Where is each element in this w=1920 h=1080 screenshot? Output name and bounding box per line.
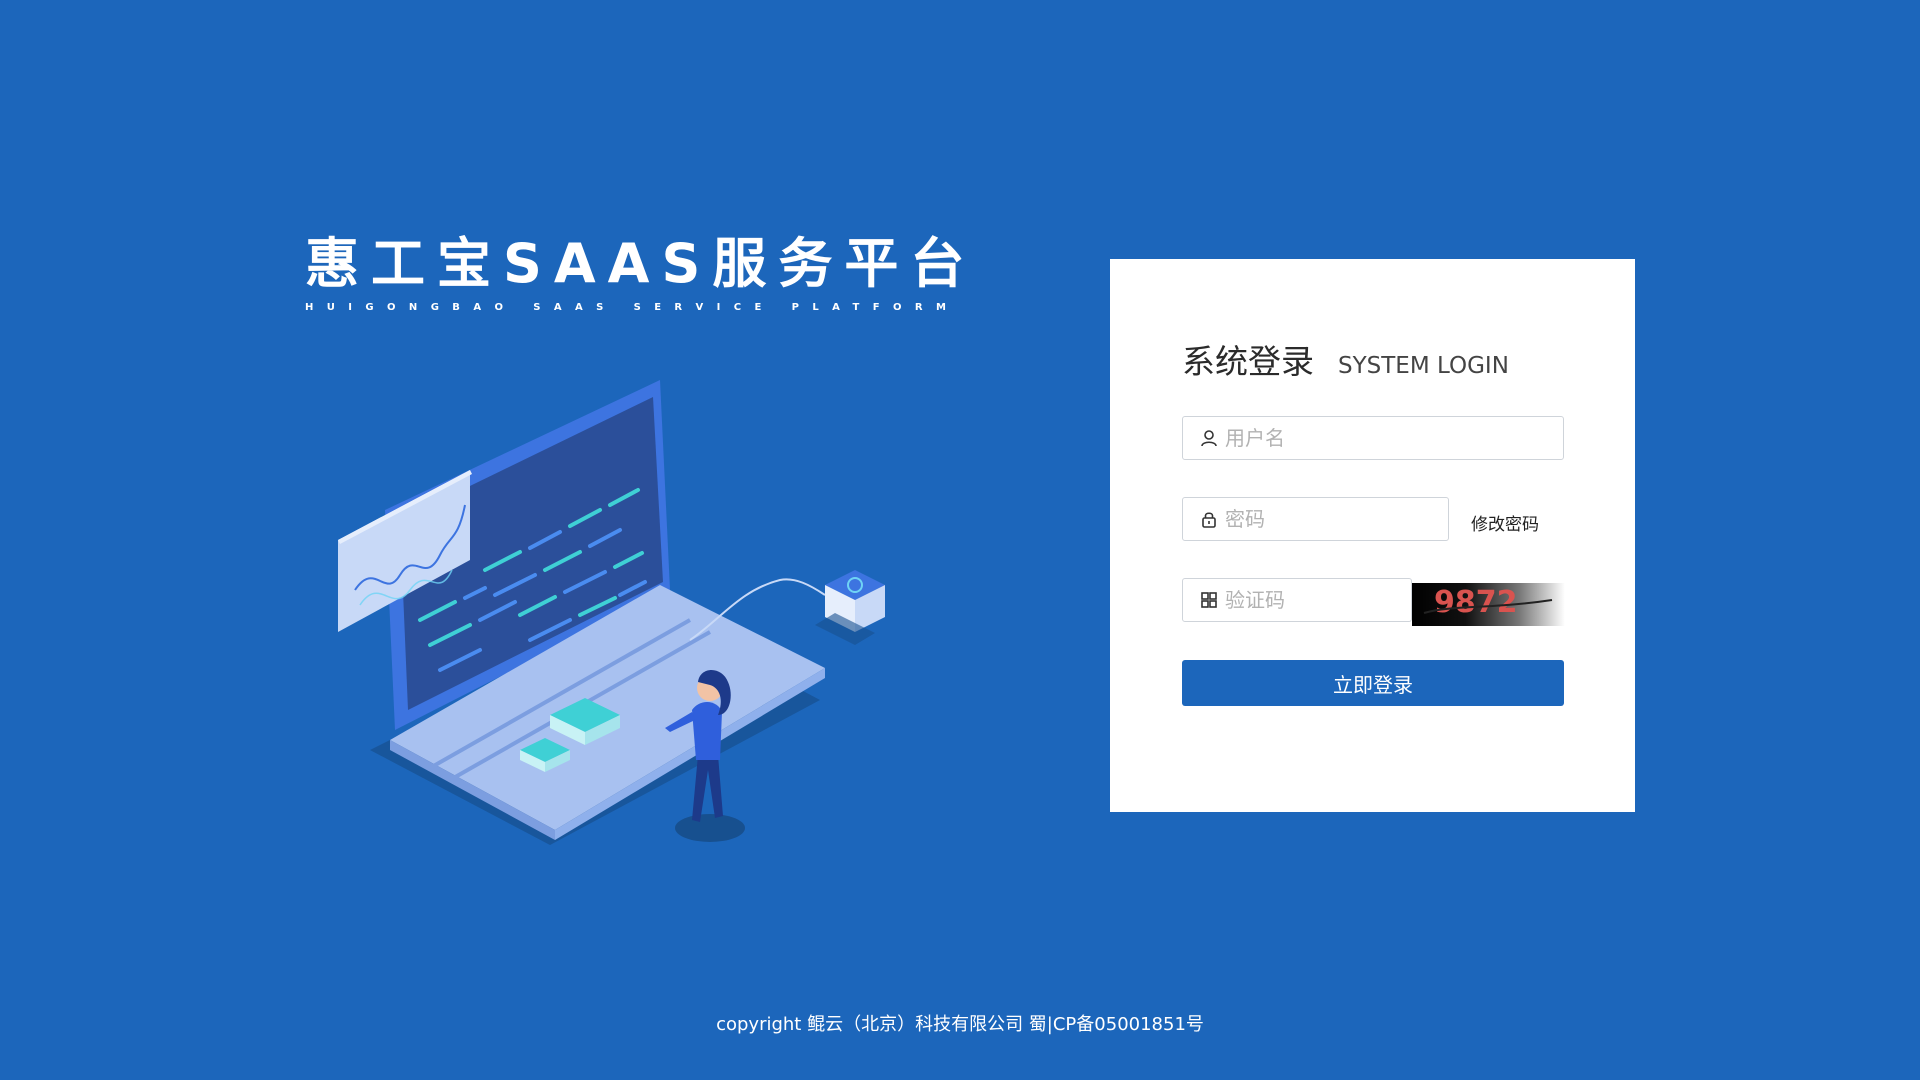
password-field[interactable]	[1182, 497, 1449, 541]
captcha-field[interactable]	[1182, 578, 1412, 622]
login-page: 惠工宝SAAS服务平台 HUIGONGBAO SAAS SERVICE PLAT…	[0, 0, 1920, 1080]
captcha-input[interactable]	[1225, 588, 1411, 612]
brand-title: 惠工宝SAAS服务平台	[305, 232, 977, 295]
lock-icon	[1199, 509, 1219, 529]
laptop-illustration	[338, 380, 885, 845]
grid-icon	[1199, 590, 1219, 610]
login-title-en: SYSTEM LOGIN	[1338, 353, 1509, 379]
brand-subtitle: HUIGONGBAO SAAS SERVICE PLATFORM	[305, 302, 960, 313]
captcha-noise-line	[1423, 599, 1553, 614]
captcha-image[interactable]: 9872	[1412, 583, 1565, 626]
login-card: 系统登录 SYSTEM LOGIN 修改密码 9872 立即登录	[1110, 259, 1635, 812]
username-field[interactable]	[1182, 416, 1564, 460]
login-button[interactable]: 立即登录	[1182, 660, 1564, 706]
login-title: 系统登录	[1182, 342, 1314, 381]
footer-copyright: copyright 鲲云（北京）科技有限公司 蜀|CP备05001851号	[716, 1014, 1204, 1035]
brand-block: 惠工宝SAAS服务平台 HUIGONGBAO SAAS SERVICE PLAT…	[305, 232, 977, 313]
login-header: 系统登录 SYSTEM LOGIN	[1182, 335, 1509, 383]
username-input[interactable]	[1225, 426, 1563, 450]
password-input[interactable]	[1225, 507, 1448, 531]
change-password-link[interactable]: 修改密码	[1471, 510, 1539, 535]
user-icon	[1199, 428, 1219, 448]
